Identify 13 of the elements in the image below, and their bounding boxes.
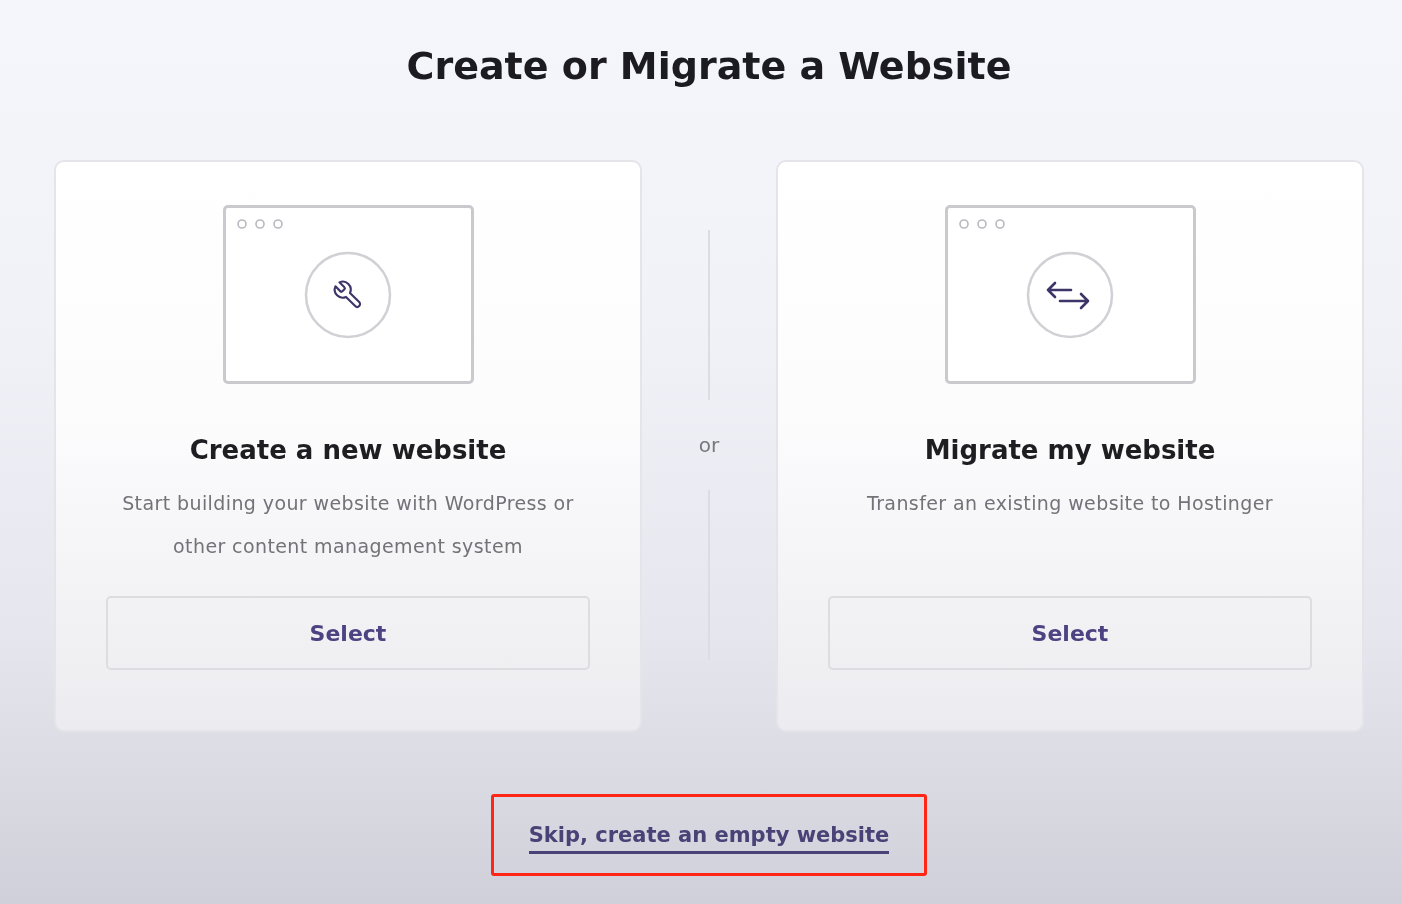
select-button[interactable]: Select (106, 596, 590, 670)
window-dots-icon (957, 218, 1006, 230)
option-title: Create a new website (189, 434, 507, 467)
option-description: Start building your website with WordPress or other content management system (121, 491, 575, 559)
page-title: Create or Migrate a Website (406, 43, 1012, 90)
window-dots-icon (235, 218, 284, 230)
skip-link[interactable]: Skip, create an empty website (528, 820, 890, 854)
option-description: Transfer an existing website to Hostinger (866, 491, 1274, 516)
select-button[interactable]: Select (828, 596, 1312, 670)
option-title: Migrate my website (924, 434, 1216, 467)
wrench-icon (304, 250, 392, 339)
separator-label: or (698, 432, 720, 458)
swap-arrows-icon (1026, 250, 1114, 339)
